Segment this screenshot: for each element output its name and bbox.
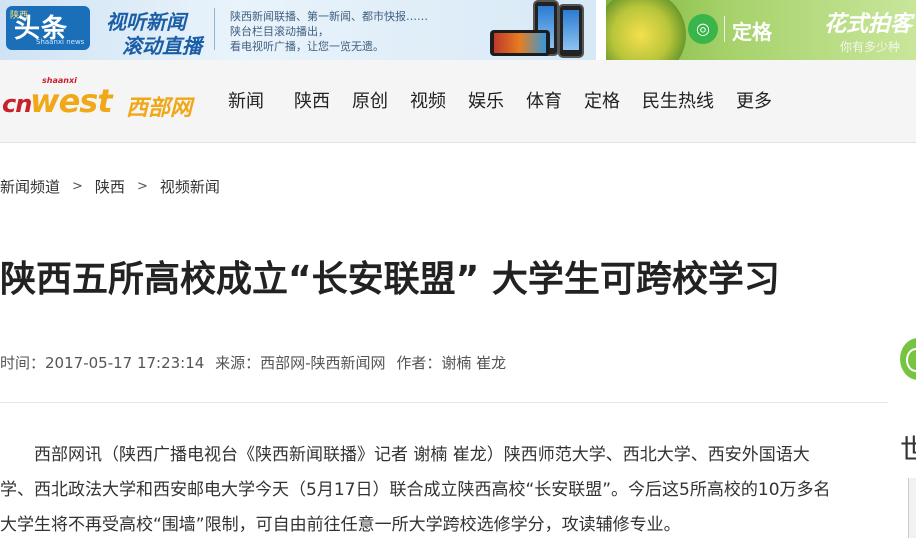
breadcrumb: 新闻频道 > 陕西 > 视频新闻: [0, 176, 220, 197]
dingge-slogan: 花式拍客: [824, 12, 913, 37]
author-label: 作者：: [396, 354, 442, 372]
nav-item-sports[interactable]: 体育: [526, 87, 562, 113]
banner-desc-line1: 陕西新闻联播、第一新闻、都市快报……: [230, 10, 428, 23]
tablet-image: [490, 30, 550, 56]
article-body: 西部网讯（陕西广播电视台《陕西新闻联播》记者 谢楠 崔龙）陕西师范大学、西北大学…: [0, 438, 842, 543]
main-navbar: shaanxi cn west 西部网 新闻 陕西 原创 视频 娱乐 体育 定格…: [0, 60, 916, 143]
site-logo[interactable]: shaanxi cn west 西部网: [0, 70, 206, 130]
nav-item-news[interactable]: 新闻: [228, 87, 264, 113]
badge-en-text: Shaanxi news: [36, 38, 85, 46]
sidebar-thumbnail[interactable]: [908, 478, 916, 538]
phone-image: [558, 4, 584, 58]
nav-item-entertainment[interactable]: 娱乐: [468, 87, 504, 113]
breadcrumb-video-news[interactable]: 视频新闻: [160, 176, 220, 197]
dingge-logo-icon: ◎: [688, 14, 718, 44]
top-ad-banner-dingge[interactable]: ◎ 定格 花式拍客 你有多少种: [606, 0, 916, 60]
nav-item-more[interactable]: 更多: [736, 87, 772, 113]
nav-menu: 新闻 陕西 原创 视频 娱乐 体育 定格 民生热线 更多: [228, 87, 794, 113]
banner-slogan-line2: 滚动直播: [122, 34, 202, 58]
article-meta: 时间：2017-05-17 17:23:14 来源：西部网-陕西新闻网 作者：谢…: [0, 352, 512, 373]
nav-item-hotline[interactable]: 民生热线: [642, 87, 714, 113]
top-ad-banner-video-news[interactable]: 陕西 头条 Shaanxi news 视听新闻 滚动直播 陕西新闻联播、第一新闻…: [0, 0, 596, 60]
article-author: 谢楠 崔龙: [441, 354, 507, 372]
logo-cn-text: cn: [2, 90, 32, 118]
publish-time: 2017-05-17 17:23:14: [45, 354, 205, 372]
banner-desc-line2: 陕台栏目滚动播出，: [230, 25, 329, 38]
logo-chinese-name: 西部网: [126, 96, 193, 121]
article-source: 西部网-陕西新闻网: [260, 354, 386, 372]
nav-item-dingge[interactable]: 定格: [584, 87, 620, 113]
share-float-icon[interactable]: [900, 338, 916, 380]
sidebar-partial-heading: 世: [900, 433, 916, 466]
article-paragraph: 西部网讯（陕西广播电视台《陕西新闻联播》记者 谢楠 崔龙）陕西师范大学、西北大学…: [0, 445, 831, 535]
nav-item-original[interactable]: 原创: [352, 87, 388, 113]
flower-image: [606, 0, 686, 60]
time-label: 时间：: [0, 354, 46, 372]
article-title: 陕西五所高校成立“长安联盟” 大学生可跨校学习: [0, 259, 780, 300]
banner-divider: [214, 8, 215, 50]
breadcrumb-separator: >: [136, 179, 148, 194]
nav-item-video[interactable]: 视频: [410, 87, 446, 113]
meta-divider: [0, 402, 888, 403]
source-label: 来源：: [215, 354, 261, 372]
banner-desc-line3: 看电视听广播，让您一览无遗。: [230, 40, 384, 53]
shaanxi-toutiao-badge: 陕西 头条 Shaanxi news: [6, 6, 90, 50]
breadcrumb-news-channel[interactable]: 新闻频道: [0, 176, 60, 197]
breadcrumb-separator: >: [72, 179, 83, 194]
banner-divider: [724, 16, 725, 42]
dingge-sub: 你有多少种: [840, 40, 901, 54]
nav-item-shaanxi[interactable]: 陕西: [294, 87, 330, 113]
breadcrumb-shaanxi[interactable]: 陕西: [95, 176, 125, 197]
logo-west-text: west: [30, 82, 113, 120]
dingge-brand: 定格: [732, 20, 772, 44]
